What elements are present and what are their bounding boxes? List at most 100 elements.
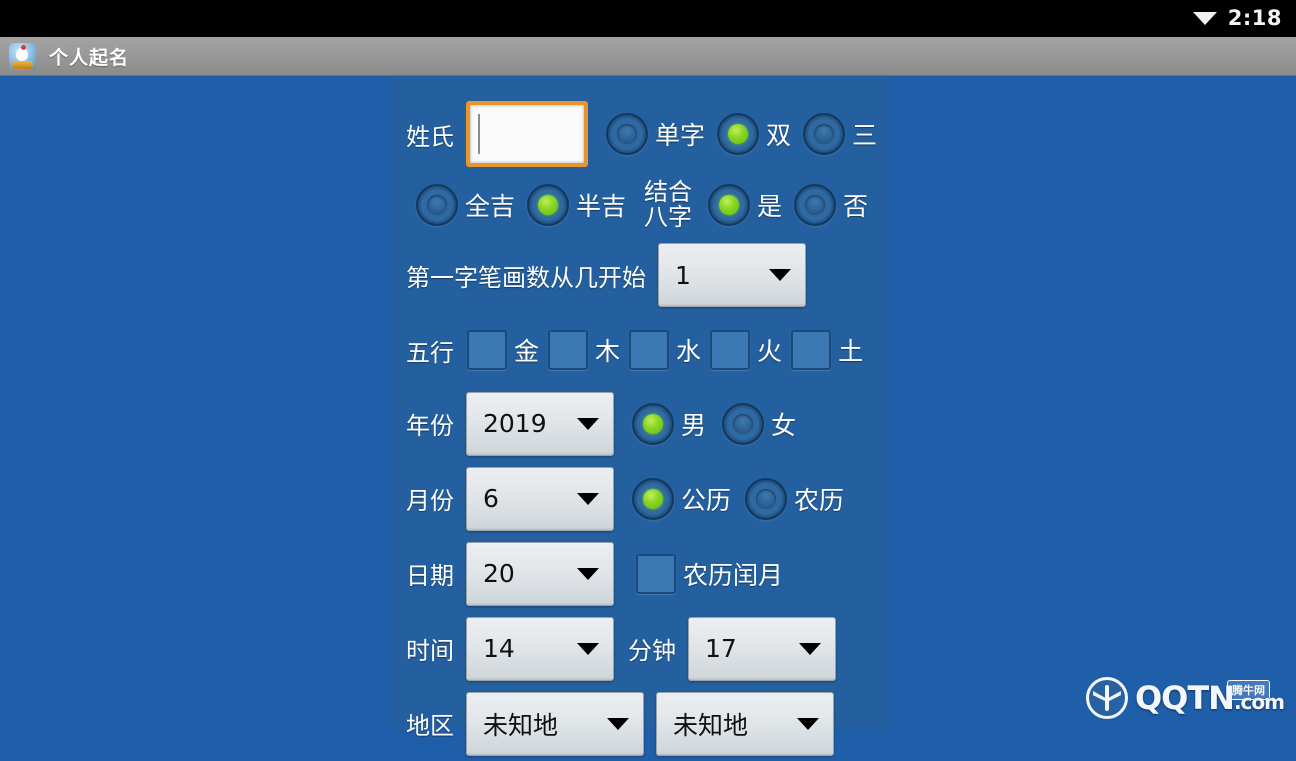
radio-全吉[interactable] [416, 184, 458, 226]
naming-form-panel: 姓氏 单字 双 三 全吉 半吉 结合 八字 是 否 第一字笔画数从几开始 1 五… [392, 76, 890, 756]
hour-value: 14 [483, 634, 515, 663]
radio-label-2: 三 [852, 121, 878, 150]
status-bar: 2:18 [0, 0, 1296, 37]
checkbox-农历闰月[interactable] [636, 553, 676, 594]
region-province-dropdown[interactable]: 未知地 [466, 691, 644, 756]
luck-option-0[interactable]: 全吉 [416, 184, 515, 226]
wuxing-label-1: 木 [595, 337, 621, 366]
chevron-down-icon [769, 269, 791, 281]
stroke-start-row: 第一字笔画数从几开始 1 [406, 236, 890, 314]
luck-label-0: 全吉 [465, 192, 516, 221]
surname-type-option-0[interactable]: 单字 [606, 113, 705, 155]
gender-label-1: 女 [771, 410, 797, 440]
year-label: 年份 [406, 412, 454, 440]
minute-dropdown[interactable]: 17 [688, 616, 836, 681]
luck-label-1: 半吉 [576, 192, 627, 221]
radio-公历[interactable] [632, 477, 674, 520]
calendar-option-0[interactable]: 公历 [632, 477, 732, 520]
surname-label: 姓氏 [406, 122, 454, 151]
radio-否[interactable] [794, 184, 837, 226]
surname-type-option-1[interactable]: 双 [717, 113, 791, 155]
radio-label-0: 单字 [655, 121, 706, 150]
surname-row: 姓氏 单字 双 三 [406, 88, 890, 174]
bazi-label-0: 是 [757, 192, 783, 221]
radio-女[interactable] [722, 402, 765, 445]
gender-label-0: 男 [681, 410, 707, 440]
wuxing-label-3: 火 [757, 337, 783, 366]
day-dropdown[interactable]: 20 [466, 541, 614, 606]
radio-农历[interactable] [745, 477, 788, 520]
luck-option-1[interactable]: 半吉 [527, 184, 626, 226]
surname-type-option-2[interactable]: 三 [803, 113, 877, 155]
calendar-option-1[interactable]: 农历 [745, 477, 844, 520]
wuxing-row: 五行 金 木 水 火 土 [406, 314, 890, 386]
year-dropdown[interactable]: 2019 [466, 391, 614, 456]
stroke-start-value: 1 [675, 260, 691, 290]
region-label: 地区 [406, 712, 454, 740]
minute-label: 分钟 [628, 637, 676, 665]
gender-option-0[interactable]: 男 [632, 402, 707, 445]
text-caret [478, 114, 480, 154]
chevron-down-icon [577, 492, 599, 505]
app-icon [9, 42, 36, 70]
app-body: 姓氏 单字 双 三 全吉 半吉 结合 八字 是 否 第一字笔画数从几开始 1 五… [0, 76, 1296, 756]
radio-是[interactable] [708, 184, 751, 226]
region-city-dropdown[interactable]: 未知地 [656, 691, 834, 756]
title-bar: 个人起名 [0, 37, 1296, 76]
month-label: 月份 [406, 487, 454, 515]
stroke-start-label: 第一字笔画数从几开始 [406, 263, 646, 292]
chevron-down-icon [799, 642, 821, 655]
surname-input[interactable] [466, 101, 588, 167]
radio-双[interactable] [717, 113, 760, 155]
chevron-down-icon [577, 642, 599, 655]
luck-and-bazi-row: 全吉 半吉 结合 八字 是 否 [406, 174, 890, 236]
checkbox-金[interactable] [467, 330, 507, 370]
region-row: 地区 未知地 未知地 [406, 686, 890, 761]
status-bar-clock: 2:18 [1227, 6, 1282, 30]
bazi-label-line2: 八字 [644, 203, 693, 231]
day-value: 20 [483, 559, 515, 588]
checkbox-木[interactable] [548, 330, 589, 370]
day-row: 日期 20 农历闰月 [406, 536, 890, 611]
page-title: 个人起名 [49, 46, 130, 69]
checkbox-土[interactable] [791, 330, 832, 370]
year-row: 年份 2019 男 女 [406, 386, 890, 461]
qqtn-logo-icon [1085, 677, 1128, 719]
minute-value: 17 [705, 634, 737, 663]
bazi-option-1[interactable]: 否 [794, 184, 868, 226]
leap-month-label: 农历闰月 [683, 560, 784, 590]
gender-option-1[interactable]: 女 [722, 402, 797, 445]
checkbox-火[interactable] [710, 330, 751, 370]
time-row: 时间 14 分钟 17 [406, 611, 890, 686]
radio-label-1: 双 [766, 121, 792, 150]
wifi-icon [1192, 7, 1218, 31]
month-value: 6 [483, 484, 499, 513]
bazi-label: 结合 八字 [644, 177, 693, 231]
calendar-label-0: 公历 [681, 485, 732, 515]
bazi-option-0[interactable]: 是 [708, 184, 782, 226]
status-bar-right: 2:18 [1192, 7, 1282, 31]
hour-dropdown[interactable]: 14 [466, 616, 614, 681]
hour-label: 时间 [406, 637, 454, 665]
wuxing-label-4: 土 [838, 337, 864, 366]
bazi-label-1: 否 [843, 192, 869, 221]
wuxing-label-2: 水 [676, 337, 702, 366]
chevron-down-icon [577, 567, 599, 580]
radio-三[interactable] [803, 113, 846, 155]
radio-男[interactable] [632, 402, 674, 445]
bazi-label-line1: 结合 [644, 177, 693, 206]
radio-半吉[interactable] [527, 184, 570, 226]
month-row: 月份 6 公历 农历 [406, 461, 890, 536]
chevron-down-icon [577, 417, 599, 430]
region-city-value: 未知地 [673, 710, 749, 740]
watermark: QQTN.com 腾牛网 [1085, 677, 1285, 719]
year-value: 2019 [483, 409, 547, 438]
wuxing-label-0: 金 [514, 337, 540, 366]
region-province-value: 未知地 [483, 710, 559, 740]
watermark-sub: 腾牛网 [1227, 680, 1270, 700]
checkbox-水[interactable] [629, 330, 670, 370]
stroke-start-dropdown[interactable]: 1 [658, 243, 806, 307]
month-dropdown[interactable]: 6 [466, 466, 614, 531]
radio-单字[interactable] [606, 113, 648, 155]
wuxing-label: 五行 [406, 338, 454, 367]
